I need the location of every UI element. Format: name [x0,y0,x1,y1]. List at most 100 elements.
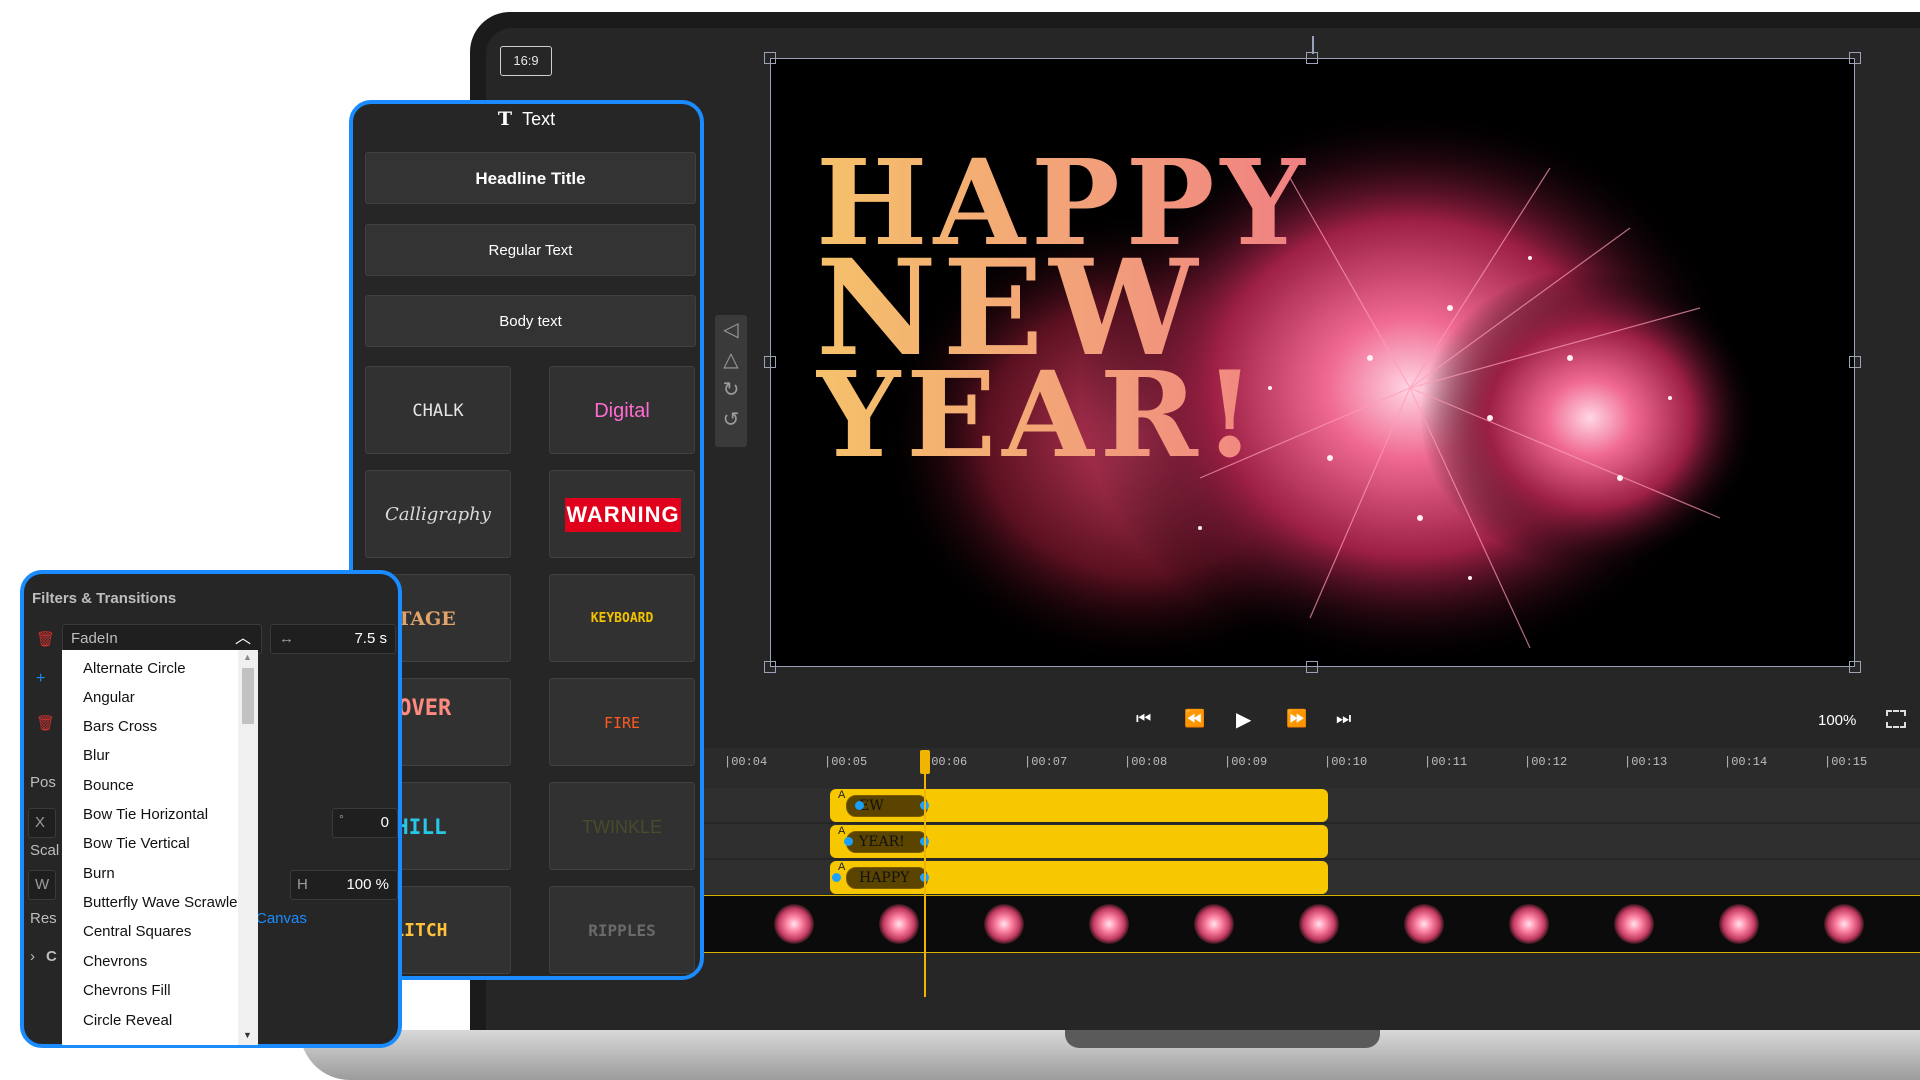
resize-handle-tr[interactable] [1849,52,1861,64]
dropdown-option[interactable]: Bounce [83,777,134,794]
resize-handle-br[interactable] [1849,661,1861,673]
text-panel-title: Text [522,109,556,129]
aspect-ratio-button[interactable]: 16:9 [500,46,552,76]
skip-start-icon[interactable]: ⏮ [1136,709,1151,729]
tick-label: |00:06 [924,755,968,769]
text-clip[interactable]: A HAPPY [830,861,1328,894]
scroll-down-icon[interactable]: ▼ [243,1030,252,1040]
resize-handle-tl[interactable] [764,52,776,64]
tick-label: |00:04 [724,755,768,769]
add-filter-icon[interactable]: + [36,670,45,688]
video-frame-thumbnail [1404,904,1444,944]
delete-filter-icon[interactable]: 🗑 [36,714,55,732]
resize-handle-mr[interactable] [1849,356,1861,368]
width-input[interactable]: W [28,870,56,900]
video-track-filmstrip[interactable] [700,895,1920,953]
video-frame-thumbnail [1194,904,1234,944]
dropdown-scroll-thumb[interactable] [242,668,254,724]
clip-keyframe-start[interactable] [844,837,853,846]
dropdown-option[interactable]: Blur [83,747,110,764]
style-twinkle[interactable]: TWINKLE [549,782,695,870]
text-tool-icon: T [497,108,513,130]
warning-label: WARNING [565,498,681,532]
height-label: H [297,876,308,893]
video-frame-thumbnail [1509,904,1549,944]
flip-vertical-icon[interactable]: △ [715,345,747,375]
dropdown-option[interactable]: Bars Cross [83,718,157,735]
dropdown-option[interactable]: Chevrons [83,953,147,970]
duration-arrows-icon: ↔ [279,630,294,647]
dropdown-option[interactable]: Chevrons Fill [83,982,171,999]
clip-thumbnail-label: HAPPY [846,867,928,889]
video-frame-thumbnail [1824,904,1864,944]
playhead[interactable] [924,752,926,997]
resize-handle-bm[interactable] [1306,661,1318,673]
tick-label: |00:05 [824,755,868,769]
dropdown-option[interactable]: Bow Tie Horizontal [83,806,208,823]
tick-label: |00:07 [1024,755,1068,769]
transform-toolbar: ◁ △ ↻ ↺ [715,315,747,447]
video-frame-thumbnail [1719,904,1759,944]
filter-select-value: FadeIn [71,630,118,647]
degree-icon: ° [339,812,344,826]
dropdown-option[interactable]: Burn [83,865,115,882]
tick-label: |00:12 [1524,755,1568,769]
height-input[interactable]: H 100 % [290,870,398,900]
style-fire[interactable]: FIRE [549,678,695,766]
delete-filter-icon[interactable]: 🗑 [36,630,55,648]
dropdown-option[interactable]: Angular [83,689,135,706]
dropdown-option[interactable]: Central Squares [83,923,191,940]
fast-forward-icon[interactable]: ⏩ [1286,709,1307,729]
clip-keyframe-start[interactable] [855,801,864,810]
tick-label: |00:11 [1424,755,1468,769]
tick-label: |00:09 [1224,755,1268,769]
clip-marker: A [838,861,846,873]
reset-label: Res [30,910,57,927]
body-text-button[interactable]: Body text [365,295,696,347]
clip-thumbnail-label: YEAR! [846,831,928,853]
style-keyboard[interactable]: KEYBOARD [549,574,695,662]
dropdown-option[interactable]: Bow Tie Vertical [83,835,190,852]
height-value: 100 % [346,876,389,893]
rotate-cw-icon[interactable]: ↻ [715,375,747,405]
video-frame-thumbnail [1089,904,1129,944]
style-digital[interactable]: Digital [549,366,695,454]
style-warning[interactable]: WARNING [549,470,695,558]
scroll-up-icon[interactable]: ▲ [243,652,252,662]
fit-canvas-link[interactable]: Canvas [256,910,307,927]
clip-keyframe-start[interactable] [832,873,841,882]
dropdown-option[interactable]: Alternate Circle [83,660,186,677]
dropdown-option[interactable]: Butterfly Wave Scrawler [83,894,238,911]
chevron-up-icon[interactable]: ︿ [235,625,251,653]
duration-input[interactable]: ↔ 7.5 s [270,624,396,654]
text-clip[interactable]: A EW [830,789,1328,822]
text-panel-header: T Text [353,108,700,130]
collapsed-section-label[interactable]: C [46,948,57,965]
x-input[interactable]: X [28,808,56,838]
headline-title-button[interactable]: Headline Title [365,152,696,204]
rotation-input[interactable]: ° 0 [332,808,398,838]
tick-label: |00:10 [1324,755,1368,769]
play-icon[interactable]: ▶ [1236,707,1251,732]
style-chalk[interactable]: CHALK [365,366,511,454]
duration-value: 7.5 s [354,630,387,647]
rewind-icon[interactable]: ⏪ [1184,709,1205,729]
style-calligraphy[interactable]: Calligraphy [365,470,511,558]
fullscreen-icon[interactable] [1886,710,1906,728]
text-clip[interactable]: A YEAR! [830,825,1328,858]
skip-end-icon[interactable]: ⏭ [1336,709,1351,729]
regular-text-button[interactable]: Regular Text [365,224,696,276]
style-ripples[interactable]: RIPPLES [549,886,695,974]
clip-marker: A [838,825,846,837]
playhead-handle[interactable] [920,750,930,774]
zoom-level[interactable]: 100% [1818,712,1856,729]
resize-handle-ml[interactable] [764,356,776,368]
rotate-ccw-icon[interactable]: ↺ [715,405,747,435]
flip-horizontal-icon[interactable]: ◁ [715,315,747,345]
selection-frame [770,58,1855,667]
dropdown-option[interactable]: Circle Reveal [83,1012,172,1029]
chevron-right-icon[interactable]: › [30,948,35,965]
video-frame-thumbnail [984,904,1024,944]
rotate-handle[interactable] [1312,36,1314,54]
resize-handle-bl[interactable] [764,661,776,673]
